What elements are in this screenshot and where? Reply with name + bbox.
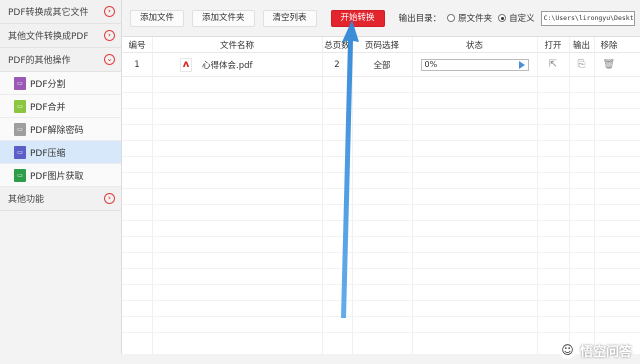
remove-file-button[interactable]: 🗑 <box>594 59 624 70</box>
radio-selected-icon[interactable] <box>498 14 507 22</box>
add-file-button[interactable]: 添加文件 <box>130 9 185 27</box>
category-label: PDF的其他操作 <box>8 56 71 66</box>
col-header-status: 状态 <box>465 40 483 51</box>
row-page-select[interactable]: 全部 <box>352 59 412 71</box>
sidebar-item-label: PDF解除密码 <box>30 125 84 136</box>
file-table: 编号 文件名称 总页数 页码选择 状态 打开 输出 移除 1 心得体会.pdf … <box>122 36 640 354</box>
col-header-index: 编号 <box>128 40 146 51</box>
table-row[interactable]: 1 心得体会.pdf 2 全部 0% ⇱ ⎘ 🗑 <box>122 53 640 77</box>
sidebar: PDF转换成其它文件 › 其他文件转换成PDF › PDF的其他操作 ⌄ ▭ P… <box>0 0 122 364</box>
category-label: 其他文件转换成PDF <box>8 32 89 42</box>
progress-text: 0% <box>424 60 438 69</box>
pdf-file-icon <box>180 57 192 72</box>
chevron-circle-down-icon[interactable]: ⌄ <box>104 54 115 65</box>
radio-label: 自定义 <box>509 14 535 24</box>
output-folder-button[interactable]: ⎘ <box>569 59 594 70</box>
pdf-split-icon: ▭ <box>14 76 26 90</box>
table-header: 编号 文件名称 总页数 页码选择 状态 打开 输出 移除 <box>122 37 640 53</box>
row-file-name: 心得体会.pdf <box>202 60 253 71</box>
output-path-field[interactable]: C:\Users\lirongyu\Desktop <box>540 10 635 26</box>
category-other-functions[interactable]: 其他功能 › <box>0 187 121 211</box>
watermark-text: 悟空问答 <box>579 345 632 360</box>
row-name-cell: 心得体会.pdf <box>152 57 322 72</box>
sidebar-item-pdf-merge[interactable]: ▭ PDF合并 <box>0 95 121 118</box>
row-pages: 2 <box>334 59 340 70</box>
sidebar-item-pdf-image-extract[interactable]: ▭ PDF图片获取 <box>0 164 121 187</box>
pdf-merge-icon: ▭ <box>14 99 26 113</box>
sidebar-item-label: PDF图片获取 <box>30 171 84 182</box>
sidebar-item-pdf-unlock[interactable]: ▭ PDF解除密码 <box>0 118 121 141</box>
chevron-circle-icon[interactable]: › <box>104 6 115 17</box>
pdf-unlock-icon: ▭ <box>14 122 26 136</box>
row-index: 1 <box>134 59 140 70</box>
sidebar-item-label: PDF合并 <box>30 102 66 113</box>
output-dir-label: 输出目录： <box>398 14 442 24</box>
clear-list-button[interactable]: 清空列表 <box>262 9 317 27</box>
status-strip <box>0 354 640 364</box>
add-folder-button[interactable]: 添加文件夹 <box>192 9 255 27</box>
col-header-name: 文件名称 <box>219 40 254 51</box>
watermark: ☺ 悟空问答 <box>558 341 632 360</box>
category-pdf-to-other[interactable]: PDF转换成其它文件 › <box>0 0 121 24</box>
sidebar-item-label: PDF分割 <box>30 79 66 90</box>
output-icon[interactable]: ⎘ <box>578 59 586 70</box>
radio-custom-folder[interactable]: 自定义 <box>498 12 535 24</box>
category-label: PDF转换成其它文件 <box>8 8 89 18</box>
wukong-logo-icon: ☺ <box>558 342 576 359</box>
category-pdf-other-ops[interactable]: PDF的其他操作 ⌄ <box>0 48 121 72</box>
category-label: 其他功能 <box>8 195 45 205</box>
radio-source-folder[interactable]: 原文件夹 <box>447 12 492 24</box>
play-icon[interactable] <box>518 60 525 69</box>
col-header-pages: 总页数 <box>324 40 350 51</box>
col-header-remove: 移除 <box>600 40 618 51</box>
col-header-output: 输出 <box>572 40 590 51</box>
sidebar-item-label: PDF压缩 <box>30 148 66 159</box>
sidebar-item-pdf-compress[interactable]: ▭ PDF压缩 <box>0 141 121 164</box>
open-file-button[interactable]: ⇱ <box>537 59 569 70</box>
category-other-to-pdf[interactable]: 其他文件转换成PDF › <box>0 24 121 48</box>
radio-icon[interactable] <box>447 14 456 22</box>
col-header-open: 打开 <box>544 40 562 51</box>
chevron-circle-icon[interactable]: › <box>104 193 115 204</box>
row-status-cell: 0% <box>412 58 537 71</box>
radio-label: 原文件夹 <box>458 14 493 24</box>
progress-bar: 0% <box>420 58 529 71</box>
col-header-page-select: 页码选择 <box>364 40 399 51</box>
sidebar-item-pdf-split[interactable]: ▭ PDF分割 <box>0 72 121 95</box>
open-external-icon[interactable]: ⇱ <box>549 59 557 70</box>
toolbar: 添加文件 添加文件夹 清空列表 开始转换 输出目录： 原文件夹 自定义 C:\U… <box>122 0 640 36</box>
chevron-circle-icon[interactable]: › <box>104 30 115 41</box>
start-convert-button[interactable]: 开始转换 <box>330 9 385 27</box>
pdf-compress-icon: ▭ <box>14 145 26 159</box>
trash-icon[interactable]: 🗑 <box>603 59 616 70</box>
pdf-image-extract-icon: ▭ <box>14 168 26 182</box>
